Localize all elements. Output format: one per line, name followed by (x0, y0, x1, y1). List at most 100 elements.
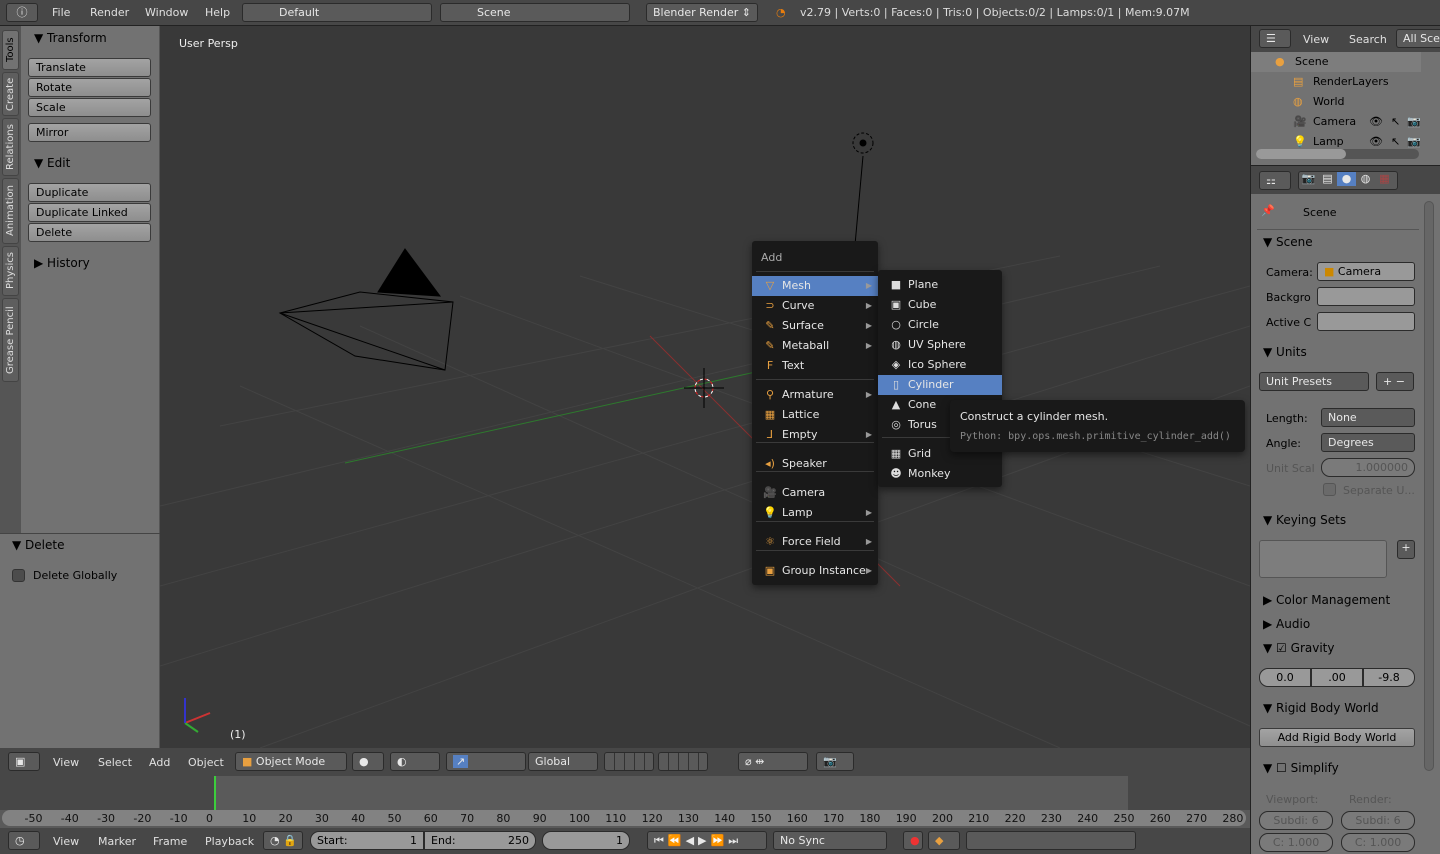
add-menu-item-lamp[interactable]: 💡 Lamp ▶ (752, 503, 878, 523)
pivot-select[interactable]: ◐ (390, 752, 440, 771)
layers-grid[interactable] (604, 752, 654, 771)
active-clip-field[interactable] (1317, 312, 1415, 331)
keying-set-field[interactable] (966, 831, 1136, 850)
menu-playback[interactable]: Playback (205, 835, 254, 848)
current-frame-marker[interactable] (214, 776, 216, 810)
history-panel-header[interactable]: ▶ History (34, 256, 90, 270)
pin-icon[interactable]: 📌 (1261, 204, 1275, 217)
gravity-header[interactable]: ▼ ☑ Gravity (1263, 641, 1334, 655)
add-menu-item-text[interactable]: F Text (752, 356, 878, 376)
editor-type-timeline[interactable]: ◷ (8, 831, 40, 850)
start-frame-field[interactable]: Start: 1 (310, 831, 424, 850)
menu-view[interactable]: View (53, 756, 79, 769)
scale-button[interactable]: Scale (28, 98, 151, 117)
snap-toggle[interactable]: ⌀ ⇹ (738, 752, 808, 771)
context-tabs[interactable]: 📷 ▤ ● ◍ ▦ (1298, 171, 1398, 190)
separate-units-checkbox[interactable] (1323, 483, 1336, 496)
add-menu-item-metaball[interactable]: ✎ Metaball ▶ (752, 336, 878, 356)
color-management-header[interactable]: ▶ Color Management (1263, 593, 1390, 607)
gravity-x-field[interactable]: 0.0 (1259, 668, 1311, 687)
render-child-field[interactable]: C: 1.000 (1341, 833, 1415, 852)
menu-window[interactable]: Window (145, 6, 188, 19)
playback-controls[interactable]: ⏮⏪◀▶⏩⏭ (647, 831, 767, 850)
viewport-subdiv-field[interactable]: Subdi: 6 (1259, 811, 1333, 830)
display-mode-select[interactable]: All Scenes (1396, 29, 1440, 48)
keying-toggle[interactable]: ◔ 🔒 (263, 831, 303, 850)
render-engine-select[interactable]: Blender Render ⇕ (646, 3, 758, 22)
menu-search[interactable]: Search (1349, 33, 1387, 46)
mesh-item-ico-sphere[interactable]: ◈ Ico Sphere (878, 355, 1002, 375)
menu-select[interactable]: Select (98, 756, 132, 769)
outliner-scrollbar[interactable] (1256, 149, 1419, 159)
layout-selector[interactable]: Default (242, 3, 432, 22)
mesh-item-plane[interactable]: ■ Plane (878, 275, 1002, 295)
current-frame-field[interactable]: 1 (542, 831, 630, 850)
render-buttons[interactable]: 📷 (816, 752, 854, 771)
add-menu-item-lattice[interactable]: ▦ Lattice (752, 405, 878, 425)
scene-panel-header[interactable]: ▼ Scene (1263, 235, 1313, 249)
menu-marker[interactable]: Marker (98, 835, 136, 848)
tab-create[interactable]: Create (2, 72, 19, 116)
outliner-item-world[interactable]: ◍ World (1251, 92, 1421, 112)
transform-panel-header[interactable]: ▼ Transform (34, 31, 107, 45)
keying-sets-list[interactable] (1259, 540, 1387, 578)
sync-select[interactable]: No Sync (773, 831, 887, 850)
unit-scale-field[interactable]: 1.000000 (1321, 458, 1415, 477)
editor-type-properties[interactable]: ⚏ (1259, 171, 1291, 190)
render-tab-icon[interactable]: 📷 (1299, 172, 1318, 186)
orientation-select[interactable]: Global (528, 752, 598, 771)
add-menu-item-camera[interactable]: 🎥 Camera (752, 483, 878, 503)
background-scene-field[interactable] (1317, 287, 1415, 306)
menu-help[interactable]: Help (205, 6, 230, 19)
add-menu-item-force-field[interactable]: ⚛ Force Field ▶ (752, 532, 878, 552)
delete-button[interactable]: Delete (28, 223, 151, 242)
gravity-y-field[interactable]: .00 (1311, 668, 1363, 687)
add-menu-item-armature[interactable]: ⚲ Armature ▶ (752, 385, 878, 405)
end-frame-field[interactable]: End: 250 (424, 831, 536, 850)
layers-grid-2[interactable] (658, 752, 708, 771)
simplify-header[interactable]: ▼ ☐ Simplify (1263, 761, 1339, 775)
texture-tab-icon[interactable]: ▦ (1375, 172, 1394, 186)
render-subdiv-field[interactable]: Subdi: 6 (1341, 811, 1415, 830)
menu-file[interactable]: File (52, 6, 70, 19)
mirror-button[interactable]: Mirror (28, 123, 151, 142)
mesh-item-cylinder[interactable]: ▯ Cylinder (878, 375, 1002, 395)
rotate-button[interactable]: Rotate (28, 78, 151, 97)
simplify-checkbox[interactable]: ☐ (1276, 761, 1287, 775)
viewport-child-field[interactable]: C: 1.000 (1259, 833, 1333, 852)
tab-tools[interactable]: Tools (2, 30, 19, 70)
outliner-item-renderlayers[interactable]: ▤ RenderLayers (1251, 72, 1421, 92)
render-layers-tab-icon[interactable]: ▤ (1318, 172, 1337, 186)
gravity-z-field[interactable]: -9.8 (1363, 668, 1415, 687)
scene-tab-icon[interactable]: ● (1337, 172, 1356, 186)
keying-sets-header[interactable]: ▼ Keying Sets (1263, 513, 1346, 527)
editor-type-info[interactable]: ⓘ (6, 3, 38, 22)
mesh-item-monkey[interactable]: ☻ Monkey (878, 464, 1002, 484)
translate-button[interactable]: Translate (28, 58, 151, 77)
audio-header[interactable]: ▶ Audio (1263, 617, 1310, 631)
visibility-eye-icon[interactable]: 👁 (1369, 112, 1383, 132)
unit-presets-select[interactable]: Unit Presets (1259, 372, 1369, 391)
tab-physics[interactable]: Physics (2, 246, 19, 296)
render-camera-icon[interactable]: 📷 (1407, 112, 1421, 132)
tab-animation[interactable]: Animation (2, 178, 19, 244)
menu-render[interactable]: Render (90, 6, 129, 19)
menu-add[interactable]: Add (149, 756, 170, 769)
mesh-item-circle[interactable]: ○ Circle (878, 315, 1002, 335)
edit-panel-header[interactable]: ▼ Edit (34, 156, 70, 170)
operator-panel-header[interactable]: ▼ Delete (12, 538, 64, 552)
keyframe-type[interactable]: ◆ (928, 831, 960, 850)
duplicate-button[interactable]: Duplicate (28, 183, 151, 202)
menu-view[interactable]: View (1303, 33, 1329, 46)
editor-type-3dview[interactable]: ▣ (8, 752, 40, 771)
units-panel-header[interactable]: ▼ Units (1263, 345, 1307, 359)
tab-relations[interactable]: Relations (2, 118, 19, 176)
mesh-item-cube[interactable]: ▣ Cube (878, 295, 1002, 315)
add-menu-item-surface[interactable]: ✎ Surface ▶ (752, 316, 878, 336)
rigid-body-world-header[interactable]: ▼ Rigid Body World (1263, 701, 1379, 715)
manipulator-toggle[interactable]: ↗ (446, 752, 526, 771)
duplicate-linked-button[interactable]: Duplicate Linked (28, 203, 151, 222)
mode-select[interactable]: ■ Object Mode (235, 752, 347, 771)
delete-globally-checkbox[interactable] (12, 569, 25, 582)
length-select[interactable]: None (1321, 408, 1415, 427)
